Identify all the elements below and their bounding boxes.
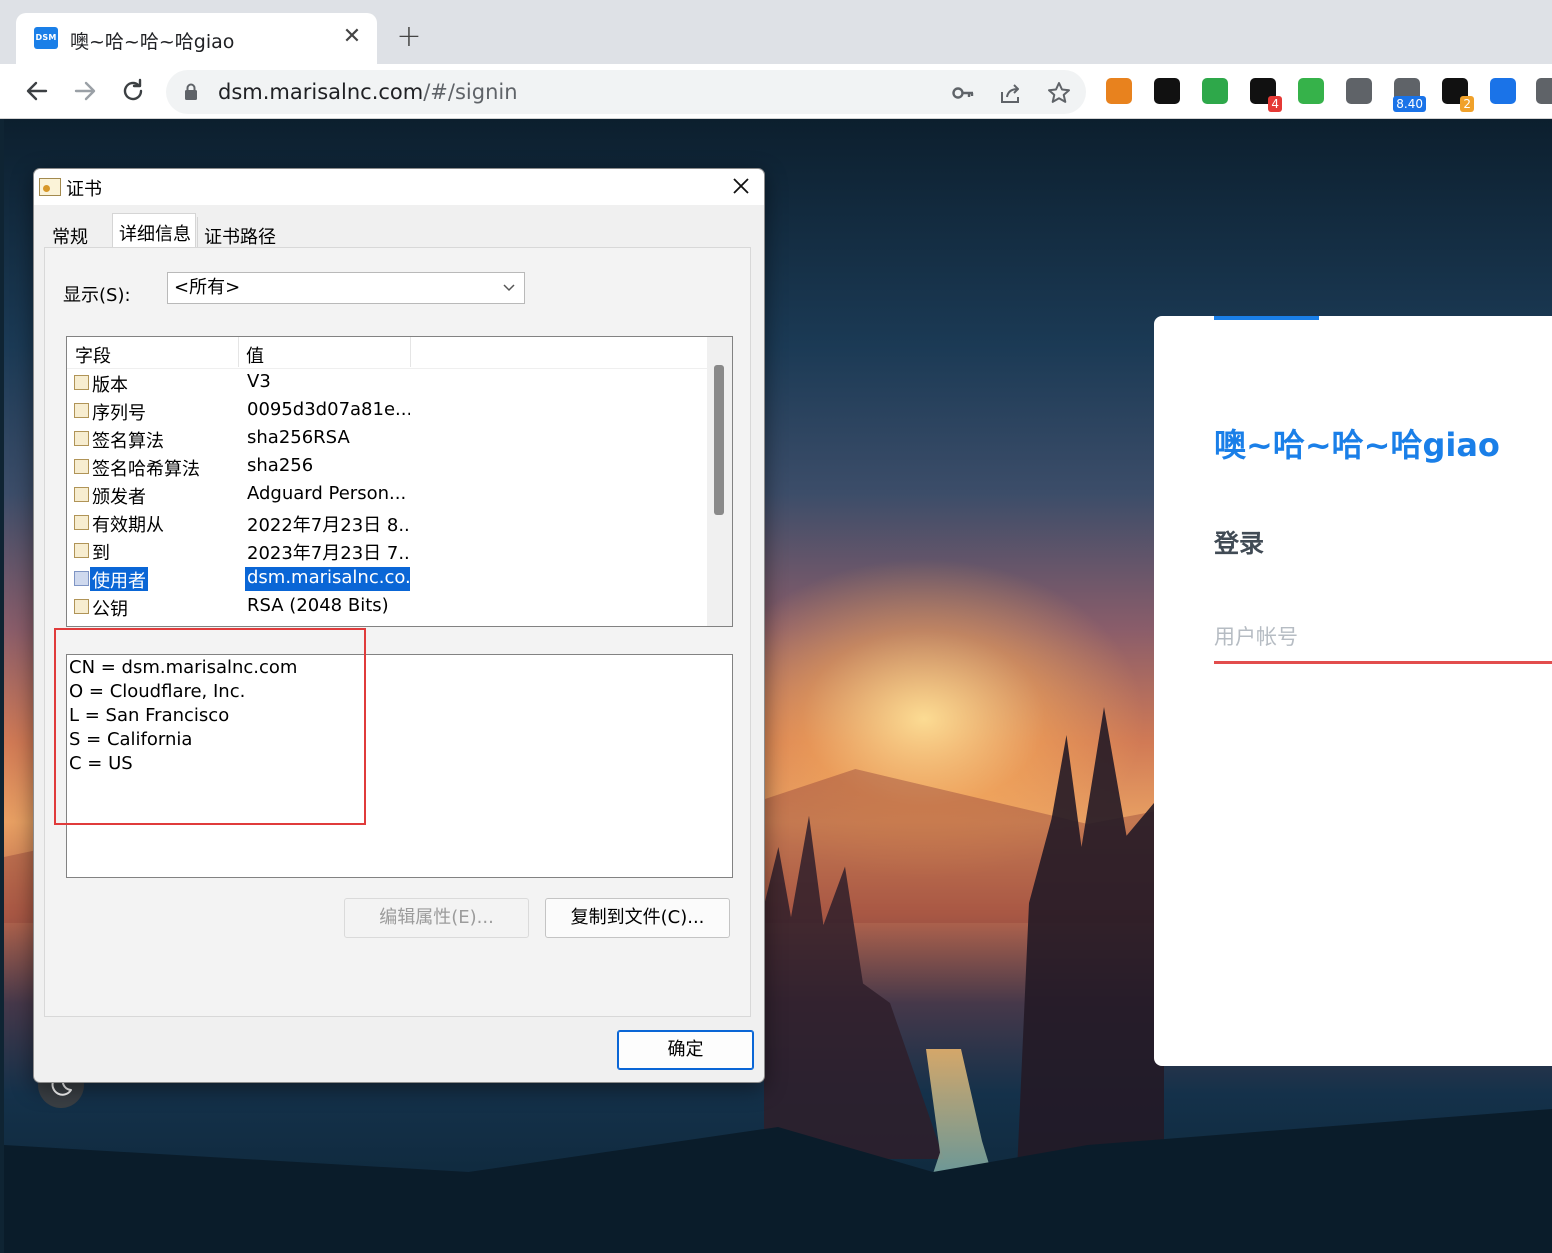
row-field-value: 0095d3d07a81e... [247,399,410,420]
field-row[interactable]: 使用者 dsm.marisalnc.co... [67,565,707,593]
row-field-name: 版本 [92,375,128,396]
row-field-value: V3 [247,371,271,392]
row-field-value: sha256RSA [247,427,350,448]
row-field-value: sha256 [247,455,314,476]
copy-extension-icon[interactable] [1346,78,1372,104]
row-field-value: dsm.marisalnc.co... [245,567,410,591]
certificate-field-icon [74,487,89,502]
certificate-icon [39,178,61,196]
field-row[interactable]: 签名算法 sha256RSA [67,425,707,453]
login-card: 噢~哈~哈~哈giao 登录 [1154,316,1552,1066]
extension-badge: 2 [1460,96,1474,112]
list-scrollbar[interactable] [707,337,732,626]
field-row[interactable]: 颁发者 Adguard Person... [67,481,707,509]
chevron-down-icon [502,273,516,314]
dialog-titlebar: 证书 [34,169,764,205]
ok-button[interactable]: 确定 [617,1030,754,1070]
certificate-field-icon [74,375,89,390]
copy-to-file-button[interactable]: 复制到文件(C)... [545,898,730,938]
field-row[interactable]: 公钥 RSA (2048 Bits) [67,593,707,621]
browser-toolbar: dsm.marisalnc.com/#/signin 4 8.40 2 [0,64,1552,119]
row-field-name: 序列号 [92,403,146,424]
row-field-name: 到 [92,543,110,564]
row-field-value: Adguard Person... [247,483,407,504]
scrollbar-thumb[interactable] [714,365,724,515]
certificate-field-icon [74,599,89,614]
column-header-field[interactable]: 字段 [75,342,111,368]
certificate-field-icon [74,543,89,558]
list-header: 字段 值 [67,337,707,369]
url-text[interactable]: dsm.marisalnc.com/#/signin [218,80,518,104]
chat-extension-icon[interactable]: 4 [1250,78,1282,112]
tab-details[interactable]: 详细信息 [112,213,196,249]
tab-strip: DSM 噢~哈~哈~哈giao ✕ + [0,0,1552,64]
url-path: /#/signin [423,80,518,104]
lock-icon[interactable] [184,83,198,100]
metamask-extension-icon[interactable] [1106,78,1132,104]
row-field-value: 2022年7月23日 8... [247,515,410,535]
red-highlight-annotation [54,628,366,825]
tab-general[interactable]: 常规 [46,217,110,249]
row-field-name: 签名算法 [92,431,164,452]
extension-badge: 4 [1268,96,1282,112]
edit-properties-button[interactable]: 编辑属性(E)... [344,898,529,938]
column-divider [238,337,239,367]
shield-check-extension-icon[interactable] [1202,78,1228,104]
browser-tab[interactable]: DSM 噢~哈~哈~哈giao ✕ [16,13,377,64]
details-panel: 显示(S): <所有> 字段 值 版本 V3 序列号 0095d3d07a81e...… [44,247,751,1017]
new-tab-button[interactable]: + [394,22,424,53]
column-divider [410,337,411,367]
field-row[interactable]: 序列号 0095d3d07a81e... [67,397,707,425]
login-heading: 登录 [1214,529,1265,558]
field-row[interactable]: 签名哈希算法 sha256 [67,453,707,481]
certificate-field-icon [74,515,89,530]
document-download-extension-icon[interactable] [1490,78,1516,104]
field-row[interactable]: 版本 V3 [67,369,707,397]
row-field-name: 公钥 [92,599,128,620]
row-field-value: RSA (2048 Bits) [247,595,389,616]
row-field-name: 有效期从 [92,515,164,536]
certificate-field-icon [74,459,89,474]
row-field-name: 颁发者 [92,487,146,508]
certificate-field-icon [74,403,89,418]
url-host: dsm.marisalnc.com [218,80,424,104]
row-field-name: 签名哈希算法 [92,459,200,480]
row-field-value: 2023年7月23日 7... [247,543,410,563]
column-header-value[interactable]: 值 [246,342,264,368]
certificate-field-icon [74,571,89,586]
reload-icon[interactable] [116,74,150,108]
dialog-title: 证书 [66,179,102,200]
tab-close-icon[interactable]: ✕ [338,23,366,51]
row-field-name: 使用者 [90,567,148,592]
dialog-close-icon[interactable] [724,169,758,203]
certificate-field-icon [74,431,89,446]
username-field[interactable] [1214,612,1552,664]
circle-extension-icon[interactable]: 2 [1442,78,1474,112]
card-accent-bar [1214,316,1319,320]
field-row[interactable]: 到 2023年7月23日 7... [67,537,707,565]
back-icon[interactable] [20,74,54,108]
certificate-dialog: 证书 常规 详细信息 证书路径 显示(S): <所有> 字段 值 版本 V3 序列号… [33,168,765,1083]
key-icon[interactable] [950,80,976,106]
show-dropdown[interactable]: <所有> [167,272,525,304]
address-bar[interactable]: dsm.marisalnc.com/#/signin [166,70,1086,114]
bookmark-star-icon[interactable] [1046,80,1072,106]
tab-certificate-path[interactable]: 证书路径 [197,217,277,249]
tab-title: 噢~哈~哈~哈giao [70,31,235,53]
adguard-extension-icon[interactable] [1298,78,1324,104]
share-icon[interactable] [998,80,1024,106]
dsm-favicon-icon: DSM [34,27,58,49]
forward-icon[interactable] [68,74,102,108]
puzzle-extension-icon[interactable] [1536,78,1552,104]
show-label: 显示(S): [63,285,131,306]
site-title: 噢~哈~哈~哈giao [1214,426,1500,464]
show-dropdown-value: <所有> [174,277,241,298]
dice-extension-icon[interactable] [1154,78,1180,104]
field-row[interactable]: 有效期从 2022年7月23日 8... [67,509,707,537]
network-extension-icon[interactable]: 8.40 [1393,78,1426,112]
extension-badge: 8.40 [1393,96,1426,112]
certificate-field-list[interactable]: 字段 值 版本 V3 序列号 0095d3d07a81e... 签名算法 sha256RS… [66,336,733,627]
